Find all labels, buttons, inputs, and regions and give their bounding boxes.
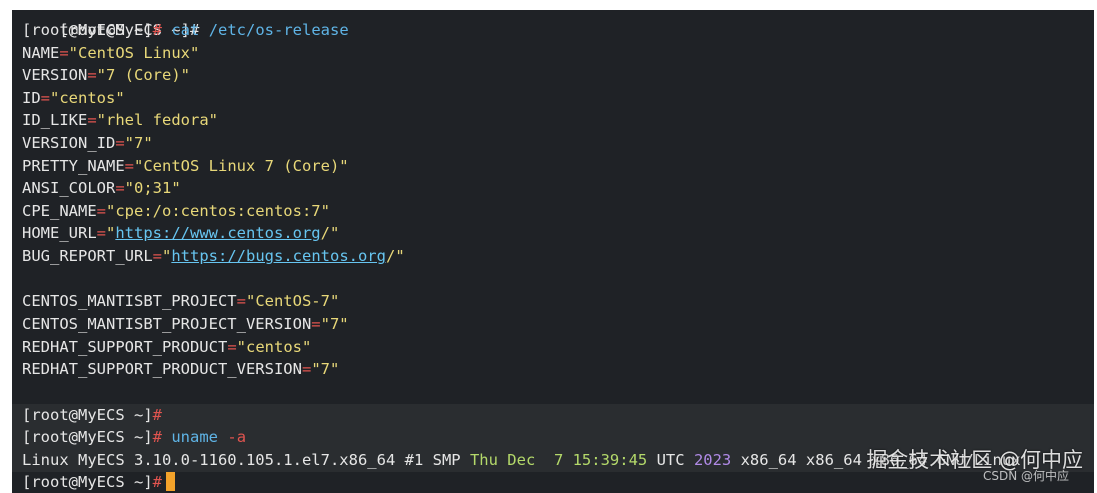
- os-release-value: "0;31": [124, 179, 181, 197]
- quote: /": [320, 224, 340, 242]
- equals-sign: =: [87, 111, 97, 129]
- prompt: [root@MyECS ~]: [22, 21, 153, 39]
- prompt-hash: #: [152, 428, 162, 446]
- quote: ": [106, 224, 116, 242]
- os-release-line-bug-url: BUG_REPORT_URL="https://bugs.centos.org/…: [22, 245, 405, 268]
- os-release-key: HOME_URL: [22, 224, 97, 242]
- watermark-small: CSDN @何中应: [982, 469, 1069, 483]
- os-release-line-home-url: HOME_URL="https://www.centos.org/": [22, 222, 339, 245]
- os-release-value: "centos": [50, 89, 125, 107]
- equals-sign: =: [115, 134, 125, 152]
- os-release-value: "CentOS Linux": [68, 44, 200, 62]
- equals-sign: =: [124, 157, 134, 175]
- os-release-key: VERSION_ID: [22, 134, 116, 152]
- os-release-value: "rhel fedora": [96, 111, 218, 129]
- os-release-line: CENTOS_MANTISBT_PROJECT_VERSION="7": [22, 313, 349, 336]
- command-bin: uname: [171, 428, 219, 446]
- os-release-line: CPE_NAME="cpe:/o:centos:centos:7": [22, 200, 330, 223]
- terminal-line-cmd1: [root@MyECS ~]# cat /etc/os-release: [22, 19, 349, 42]
- os-release-line: CENTOS_MANTISBT_PROJECT="CentOS-7": [22, 290, 339, 313]
- os-release-key: VERSION: [22, 66, 88, 84]
- terminal-line-cmd2: [root@MyECS ~]# uname -a: [22, 426, 246, 449]
- terminal-line-partial: [root@MyECS ~]#: [22, 10, 199, 39]
- os-release-key: NAME: [22, 44, 60, 62]
- os-release-value: "7": [311, 360, 340, 378]
- os-release-line: REDHAT_SUPPORT_PRODUCT="centos": [22, 336, 311, 359]
- command-arg: /etc/os-release: [208, 21, 349, 39]
- os-release-value: "centos": [236, 338, 312, 356]
- prompt: [root@MyECS ~]: [22, 473, 153, 491]
- prompt-hash: #: [152, 406, 162, 424]
- equals-sign: =: [152, 247, 162, 265]
- equals-sign: =: [115, 179, 125, 197]
- prompt: [root@MyECS ~]: [22, 428, 153, 446]
- command-bin: cat: [171, 21, 200, 39]
- equals-sign: =: [96, 202, 106, 220]
- bug-report-url-link[interactable]: https://bugs.centos.org: [171, 247, 386, 265]
- prompt-hash: #: [152, 21, 162, 39]
- quote: /": [385, 247, 405, 265]
- uname-kernel: Linux MyECS 3.10.0-1160.105.1.el7.x86_64: [22, 451, 405, 469]
- equals-sign: =: [236, 292, 246, 310]
- uname-utc: UTC: [647, 451, 694, 469]
- os-release-key: ID_LIKE: [22, 111, 88, 129]
- os-release-value: "7": [320, 315, 349, 333]
- terminal-line-empty-prompt: [root@MyECS ~]#: [22, 404, 162, 427]
- os-release-key: REDHAT_SUPPORT_PRODUCT_VERSION: [22, 360, 302, 378]
- os-release-key: BUG_REPORT_URL: [22, 247, 153, 265]
- text-cursor: [166, 472, 175, 491]
- os-release-line: VERSION_ID="7": [22, 132, 153, 155]
- os-release-line: REDHAT_SUPPORT_PRODUCT_VERSION="7": [22, 358, 339, 381]
- os-release-line: VERSION="7 (Core)": [22, 64, 190, 87]
- equals-sign: =: [59, 44, 69, 62]
- os-release-value: "CentOS-7": [245, 292, 340, 310]
- uname-build: #1: [404, 451, 424, 469]
- os-release-line: ID="centos": [22, 87, 125, 110]
- os-release-key: REDHAT_SUPPORT_PRODUCT: [22, 338, 228, 356]
- prompt-hash: #: [152, 473, 162, 491]
- os-release-value: "CentOS Linux 7 (Core)": [134, 157, 349, 175]
- os-release-key: ANSI_COLOR: [22, 179, 116, 197]
- equals-sign: =: [40, 89, 51, 107]
- uname-year: 2023: [693, 451, 732, 469]
- os-release-value: "7 (Core)": [96, 66, 190, 84]
- os-release-line: ANSI_COLOR="0;31": [22, 177, 181, 200]
- equals-sign: =: [96, 224, 106, 242]
- os-release-key: ID: [22, 89, 41, 107]
- quote: ": [162, 247, 172, 265]
- equals-sign: =: [301, 360, 312, 378]
- os-release-key: CENTOS_MANTISBT_PROJECT: [22, 292, 237, 310]
- os-release-value: "cpe:/o:centos:centos:7": [106, 202, 330, 220]
- equals-sign: =: [87, 66, 97, 84]
- command-flag: -a: [227, 428, 247, 446]
- terminal-window[interactable]: [root@MyECS ~]# [root@MyECS ~]# cat /etc…: [12, 10, 1094, 493]
- os-release-line: PRETTY_NAME="CentOS Linux 7 (Core)": [22, 155, 349, 178]
- os-release-key: CENTOS_MANTISBT_PROJECT_VERSION: [22, 315, 312, 333]
- home-url-link[interactable]: https://www.centos.org: [115, 224, 320, 242]
- os-release-key: PRETTY_NAME: [22, 157, 125, 175]
- prompt: [root@MyECS ~]: [22, 406, 153, 424]
- uname-smp: SMP: [423, 451, 470, 469]
- terminal-line-active-prompt[interactable]: [root@MyECS ~]#: [22, 471, 175, 493]
- os-release-key: CPE_NAME: [22, 202, 97, 220]
- os-release-line: NAME="CentOS Linux": [22, 42, 199, 65]
- equals-sign: =: [311, 315, 321, 333]
- equals-sign: =: [227, 338, 237, 356]
- os-release-value: "7": [124, 134, 153, 152]
- uname-date: Thu Dec 7 15:39:45: [469, 451, 648, 469]
- os-release-line: ID_LIKE="rhel fedora": [22, 109, 218, 132]
